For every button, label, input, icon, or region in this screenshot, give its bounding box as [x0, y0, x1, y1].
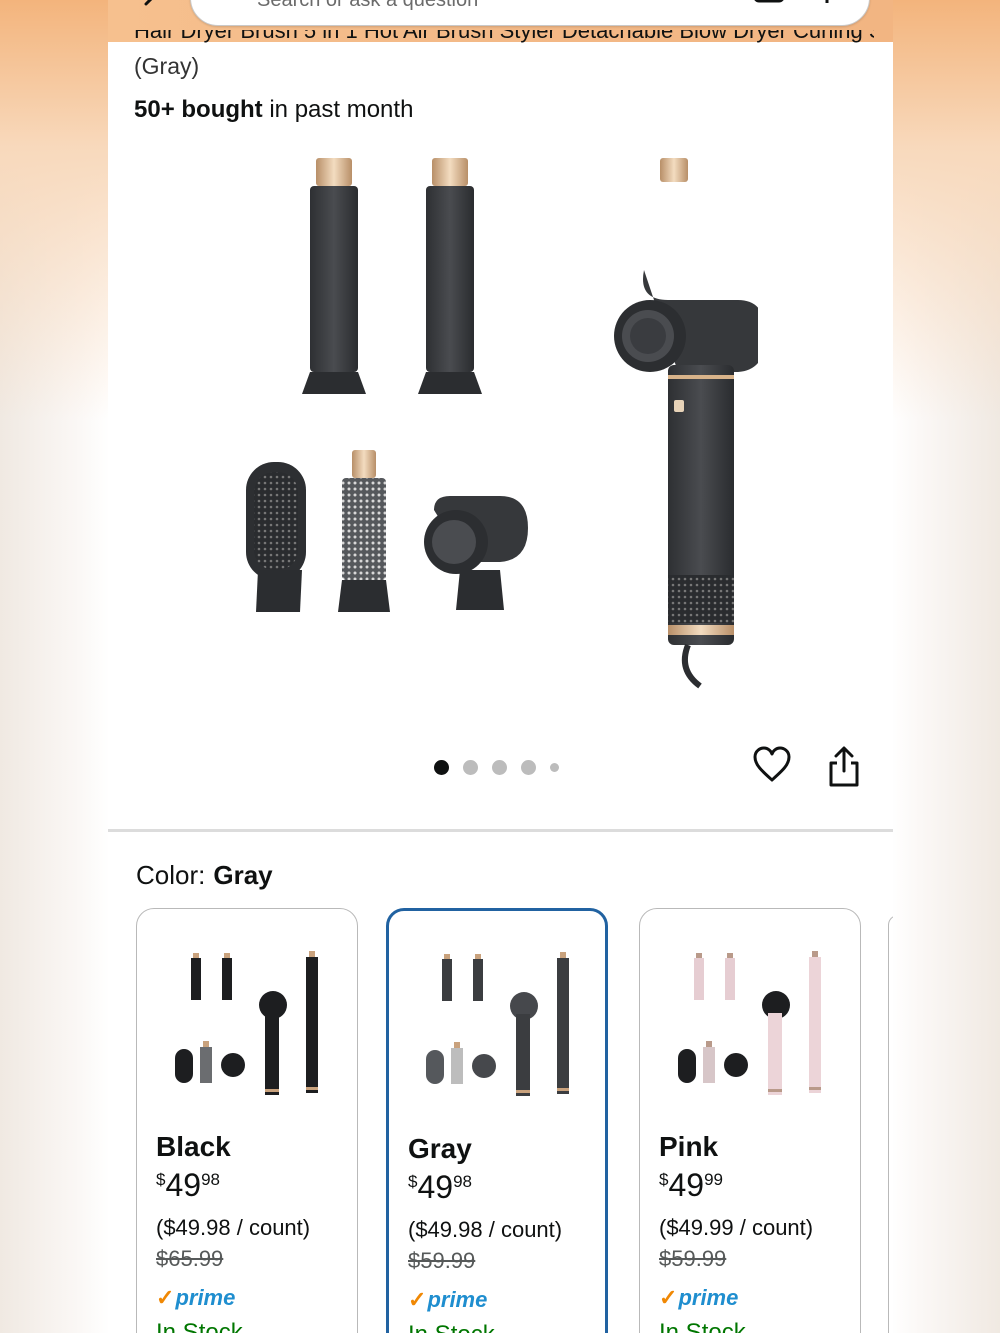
carousel-dot-5[interactable] — [550, 763, 559, 772]
color-option-price: $4999 — [659, 1169, 723, 1201]
price-currency: $ — [659, 1170, 669, 1189]
list-price-strikethrough: $65.99 — [156, 1246, 224, 1271]
bought-suffix: in past month — [262, 96, 414, 123]
curling-barrel-2 — [418, 158, 482, 394]
stock-status: In Stock — [408, 1321, 495, 1333]
color-option-name: Pink — [659, 1131, 719, 1162]
paddle-brush-attachment — [246, 462, 306, 612]
app-screen: Search or ask a question Hair Dryer Brus… — [108, 0, 893, 1333]
price-currency: $ — [156, 1170, 166, 1189]
color-label-text: Color: — [136, 860, 206, 890]
prime-check-icon: ✓ — [156, 1285, 175, 1310]
search-input[interactable]: Search or ask a question — [190, 0, 870, 26]
color-option-thumbnail — [175, 951, 318, 1095]
section-divider — [108, 829, 893, 832]
heart-icon[interactable] — [752, 745, 792, 785]
curling-barrel-1 — [302, 158, 366, 394]
carousel-dot-3[interactable] — [492, 760, 507, 775]
share-icon[interactable] — [827, 745, 861, 789]
round-brush-attachment — [338, 450, 390, 612]
prime-badge: ✓ prime — [659, 1285, 738, 1311]
prime-badge: ✓ prime — [156, 1285, 235, 1311]
stock-status: In Stock — [659, 1319, 746, 1333]
color-option-price: $4998 — [156, 1169, 220, 1201]
color-option-thumbnail — [678, 951, 821, 1095]
image-carousel-indicator[interactable] — [434, 760, 559, 775]
product-title-partial: Hair Dryer Brush 5 in 1 Hot Air Brush St… — [134, 30, 874, 43]
dryer-head-attachment — [424, 496, 528, 610]
carousel-dot-2[interactable] — [463, 760, 478, 775]
color-option-gray[interactable]: Gray $4998 ($49.98 / count) $59.99 ✓ prim… — [386, 908, 608, 1333]
price-whole: 49 — [417, 1169, 454, 1205]
price-whole: 49 — [668, 1167, 705, 1203]
selected-color-value: Gray — [213, 860, 273, 890]
color-option-pink[interactable]: Pink $4999 ($49.99 / count) $59.99 ✓ prim… — [639, 908, 861, 1333]
unit-price: ($49.98 / count) — [408, 1217, 563, 1242]
prime-badge: ✓ prime — [408, 1287, 487, 1313]
product-main-image[interactable] — [238, 150, 758, 710]
price-fraction: 99 — [704, 1170, 723, 1189]
mic-icon[interactable] — [815, 0, 839, 11]
price-fraction: 98 — [453, 1172, 472, 1191]
color-option-name: Gray — [408, 1133, 472, 1164]
prime-check-icon: ✓ — [408, 1287, 427, 1312]
carousel-dot-1[interactable] — [434, 760, 449, 775]
search-placeholder: Search or ask a question — [257, 0, 479, 11]
color-option-thumbnail — [426, 952, 569, 1096]
color-selector-label: Color: Gray — [136, 860, 273, 891]
search-icon — [225, 0, 245, 5]
color-option-next-peek[interactable] — [888, 915, 893, 1333]
list-price-strikethrough: $59.99 — [659, 1246, 727, 1271]
product-title-line: Hair Dryer Brush 5 in 1 Hot Air Brush St… — [134, 30, 874, 44]
product-title[interactable]: (Gray) — [134, 53, 199, 80]
prime-label: prime — [175, 1285, 236, 1310]
price-fraction: 98 — [201, 1170, 220, 1189]
dryer-handle-large — [614, 270, 758, 689]
color-option-price: $4998 — [408, 1171, 472, 1203]
prime-label: prime — [427, 1287, 488, 1312]
camera-icon[interactable] — [753, 0, 785, 11]
color-option-black[interactable]: Black $4998 ($49.98 / count) $65.99 ✓ pri… — [136, 908, 358, 1333]
prime-label: prime — [678, 1285, 739, 1310]
list-price-strikethrough: $59.99 — [408, 1248, 476, 1273]
prime-check-icon: ✓ — [659, 1285, 678, 1310]
carousel-dot-4[interactable] — [521, 760, 536, 775]
unit-price: ($49.99 / count) — [659, 1215, 814, 1240]
stock-status: In Stock — [156, 1319, 243, 1333]
color-option-name: Black — [156, 1131, 231, 1162]
back-arrow-icon[interactable] — [140, 0, 162, 16]
unit-price: ($49.98 / count) — [156, 1215, 311, 1240]
bought-in-past-month: 50+ bought in past month — [134, 96, 413, 124]
price-currency: $ — [408, 1172, 418, 1191]
bought-count: 50+ bought — [134, 96, 263, 123]
price-whole: 49 — [165, 1167, 202, 1203]
